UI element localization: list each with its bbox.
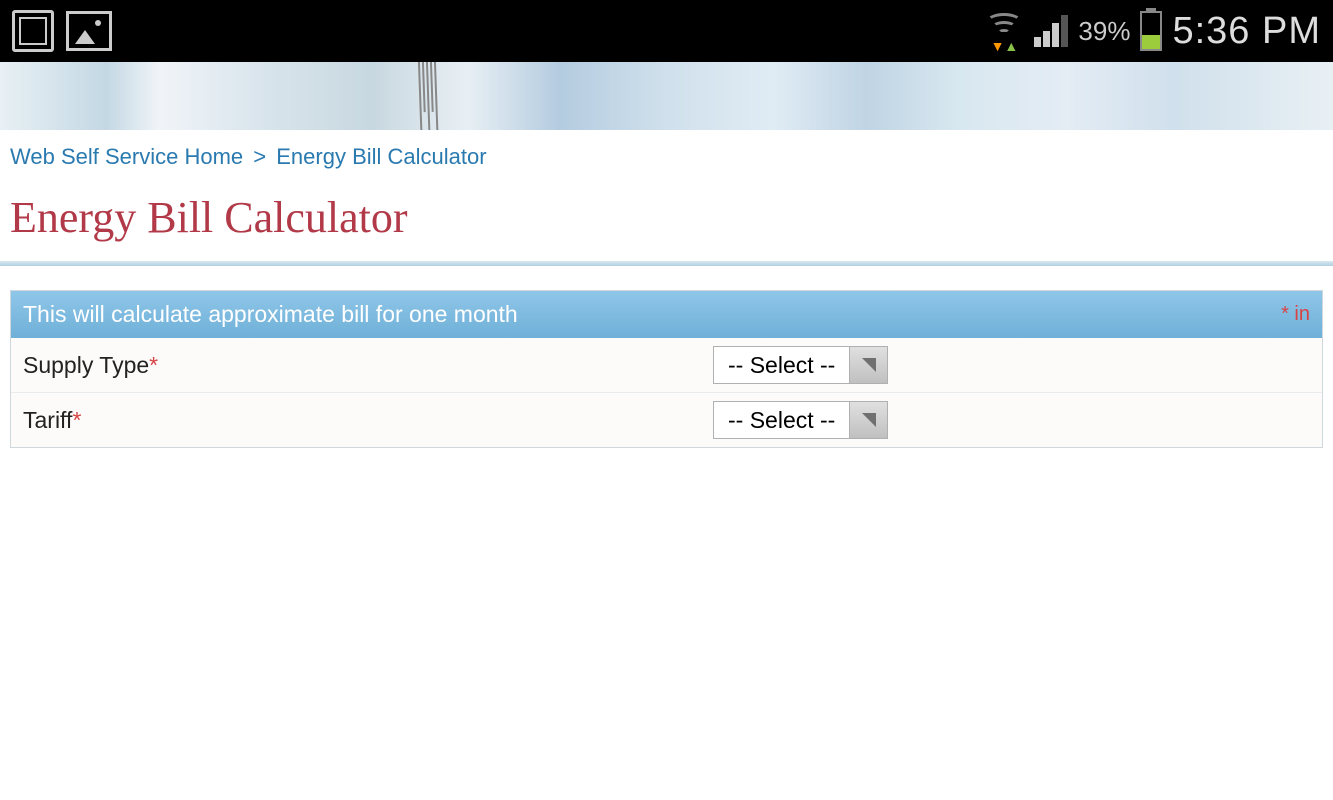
battery-percent: 39% <box>1078 16 1130 47</box>
status-right: ▼▲ 39% 5:36 PM <box>984 10 1321 53</box>
sim-card-icon <box>12 10 54 52</box>
breadcrumb-separator: > <box>253 144 266 169</box>
signal-strength-icon <box>1034 15 1068 47</box>
status-left <box>12 10 112 52</box>
dropdown-arrow-icon <box>849 347 887 383</box>
battery-icon <box>1140 11 1162 51</box>
dropdown-arrow-icon <box>849 402 887 438</box>
form-row-supply-type: Supply Type* -- Select -- <box>11 338 1322 393</box>
supply-type-select[interactable]: -- Select -- <box>713 346 888 384</box>
panel-header-text: This will calculate approximate bill for… <box>23 301 518 328</box>
breadcrumb: Web Self Service Home > Energy Bill Calc… <box>0 130 1333 184</box>
panel-header-right: * in <box>1281 303 1310 326</box>
form-row-tariff: Tariff* -- Select -- <box>11 393 1322 447</box>
breadcrumb-home-link[interactable]: Web Self Service Home <box>10 144 243 169</box>
supply-type-selected-text: -- Select -- <box>714 347 849 383</box>
panel-header: This will calculate approximate bill for… <box>11 291 1322 338</box>
page-title: Energy Bill Calculator <box>0 184 1333 261</box>
tariff-selected-text: -- Select -- <box>714 402 849 438</box>
android-status-bar: ▼▲ 39% 5:36 PM <box>0 0 1333 62</box>
tariff-select[interactable]: -- Select -- <box>713 401 888 439</box>
clock: 5:36 PM <box>1172 10 1321 53</box>
picture-icon <box>66 11 112 51</box>
breadcrumb-current-link[interactable]: Energy Bill Calculator <box>276 144 486 169</box>
supply-type-label: Supply Type* <box>23 352 713 379</box>
wifi-icon: ▼▲ <box>984 13 1024 49</box>
tariff-label: Tariff* <box>23 407 713 434</box>
title-underline <box>0 261 1333 266</box>
header-banner <box>0 62 1333 130</box>
calculator-form-panel: This will calculate approximate bill for… <box>10 290 1323 448</box>
